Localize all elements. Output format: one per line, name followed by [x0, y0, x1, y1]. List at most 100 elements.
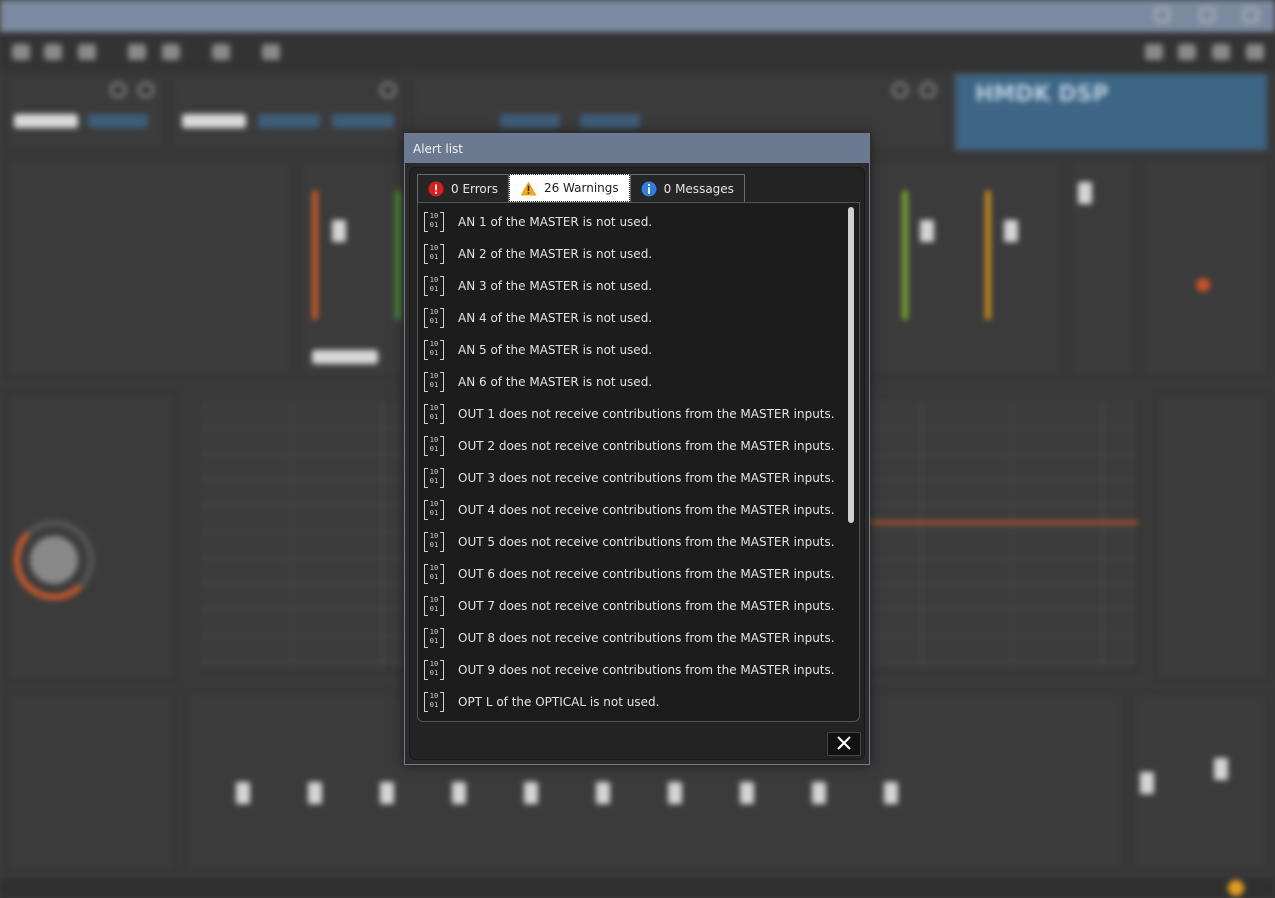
binary-digits-top: 10: [429, 436, 439, 444]
tab-warnings[interactable]: 26 Warnings: [508, 174, 630, 202]
maximize-icon: [1200, 8, 1214, 22]
bg-round-icon: [110, 82, 126, 98]
list-scrollbar[interactable]: [848, 207, 854, 523]
list-item[interactable]: 10 01 AN 5 of the MASTER is not used.: [424, 338, 844, 362]
bg-panel: [1142, 158, 1268, 378]
binary-signal-icon: 10 01: [424, 467, 444, 489]
binary-digits-top: 10: [429, 372, 439, 380]
bg-panel: [172, 74, 404, 150]
binary-signal-icon: 10 01: [424, 691, 444, 713]
binary-digits-bottom: 01: [429, 637, 439, 645]
toolbar-icon: [44, 44, 62, 60]
bg-panel-inputs: [6, 158, 292, 378]
toolbar-icon: [12, 44, 30, 60]
list-item[interactable]: 10 01 OUT 7 does not receive contributions…: [424, 594, 844, 618]
warning-text: OUT 8 does not receive contributions fro…: [458, 631, 835, 645]
bg-round-icon: [892, 82, 908, 98]
binary-digits: 10 01: [428, 660, 440, 678]
binary-signal-icon: 10 01: [424, 211, 444, 233]
bracket-right: [440, 212, 444, 232]
list-item[interactable]: 10 01 OUT 4 does not receive contributions…: [424, 498, 844, 522]
bg-pill: [88, 114, 148, 128]
list-item[interactable]: 10 01 AN 3 of the MASTER is not used.: [424, 274, 844, 298]
binary-digits-top: 10: [429, 692, 439, 700]
list-item[interactable]: 10 01 AN 2 of the MASTER is not used.: [424, 242, 844, 266]
tab-warnings-label: 26 Warnings: [543, 181, 619, 195]
bg-dot: [1196, 278, 1210, 292]
warning-text: OUT 7 does not receive contributions fro…: [458, 599, 835, 613]
toolbar-icon: [212, 44, 230, 60]
list-item[interactable]: 10 01 OUT 5 does not receive contributions…: [424, 530, 844, 554]
bg-fader: [1078, 182, 1092, 204]
warning-text: OUT 5 does not receive contributions fro…: [458, 535, 835, 549]
bracket-right: [440, 372, 444, 392]
bg-strip: [395, 190, 401, 320]
list-item[interactable]: 10 01 AN 6 of the MASTER is not used.: [424, 370, 844, 394]
bg-pill: [580, 114, 640, 128]
list-item[interactable]: 10 01 AN 4 of the MASTER is not used.: [424, 306, 844, 330]
binary-signal-icon: 10 01: [424, 371, 444, 393]
binary-digits-bottom: 01: [429, 669, 439, 677]
list-item[interactable]: 10 01 OUT 2 does not receive contributions…: [424, 434, 844, 458]
bg-panel: [6, 692, 176, 872]
bg-fader: [332, 220, 346, 242]
binary-digits: 10 01: [428, 596, 440, 614]
bg-pill: [332, 114, 394, 128]
toolbar-icon: [1246, 44, 1264, 60]
app-toolbar: [0, 32, 1275, 70]
binary-digits: 10 01: [428, 564, 440, 582]
binary-digits: 10 01: [428, 212, 440, 230]
binary-digits-top: 10: [429, 308, 439, 316]
list-item[interactable]: 10 01 OUT 8 does not receive contributions…: [424, 626, 844, 650]
list-item[interactable]: 10 01 OUT 6 does not receive contributions…: [424, 562, 844, 586]
list-item[interactable]: 10 01 OPT L of the OPTICAL is not used.: [424, 690, 844, 714]
dialog-title: Alert list: [405, 134, 869, 163]
binary-digits-bottom: 01: [429, 541, 439, 549]
bg-pill: [182, 114, 246, 128]
binary-signal-icon: 10 01: [424, 563, 444, 585]
bg-pill: [312, 350, 378, 364]
binary-digits-top: 10: [429, 468, 439, 476]
binary-digits-top: 10: [429, 660, 439, 668]
bg-pill: [500, 114, 560, 128]
list-item[interactable]: 10 01 AN 1 of the MASTER is not used.: [424, 210, 844, 234]
tab-errors[interactable]: 0 Errors: [417, 174, 509, 202]
bg-fader: [236, 782, 250, 804]
info-icon: [641, 181, 657, 197]
binary-digits-top: 10: [429, 500, 439, 508]
bg-fader: [524, 782, 538, 804]
close-dialog-button[interactable]: [827, 732, 861, 756]
warning-list[interactable]: 10 01 AN 1 of the MASTER is not used. 10 01 A…: [417, 202, 860, 722]
status-warning-icon: [1228, 880, 1244, 896]
bracket-right: [440, 564, 444, 584]
binary-digits: 10 01: [428, 500, 440, 518]
binary-signal-icon: 10 01: [424, 659, 444, 681]
dialog-body: 0 Errors 26 Warnings 0 Messages 10 01 AN…: [409, 167, 865, 760]
app-titlebar: [0, 0, 1275, 32]
tab-messages-label: 0 Messages: [663, 181, 734, 196]
bracket-right: [440, 500, 444, 520]
binary-digits-bottom: 01: [429, 221, 439, 229]
tab-messages[interactable]: 0 Messages: [629, 174, 745, 202]
warning-text: AN 2 of the MASTER is not used.: [458, 247, 653, 261]
binary-digits-bottom: 01: [429, 701, 439, 709]
list-item[interactable]: 10 01 OUT 1 does not receive contributions…: [424, 402, 844, 426]
warning-text: AN 1 of the MASTER is not used.: [458, 215, 653, 229]
binary-digits-bottom: 01: [429, 477, 439, 485]
list-item[interactable]: 10 01 OUT 9 does not receive contributions…: [424, 658, 844, 682]
alert-list-dialog: Alert list 0 Errors 26 Warnings 0 Messag…: [404, 133, 870, 765]
toolbar-icon: [1145, 44, 1163, 60]
bg-round-icon: [138, 82, 154, 98]
toolbar-icon: [78, 44, 96, 60]
list-item[interactable]: 10 01 OUT 3 does not receive contributions…: [424, 466, 844, 490]
toolbar-icon: [262, 44, 280, 60]
binary-digits: 10 01: [428, 468, 440, 486]
bg-fader: [884, 782, 898, 804]
binary-digits: 10 01: [428, 404, 440, 422]
binary-digits: 10 01: [428, 308, 440, 326]
bracket-right: [440, 660, 444, 680]
warning-text: AN 6 of the MASTER is not used.: [458, 375, 653, 389]
warning-text: AN 3 of the MASTER is not used.: [458, 279, 653, 293]
bg-fader: [812, 782, 826, 804]
bracket-right: [440, 436, 444, 456]
